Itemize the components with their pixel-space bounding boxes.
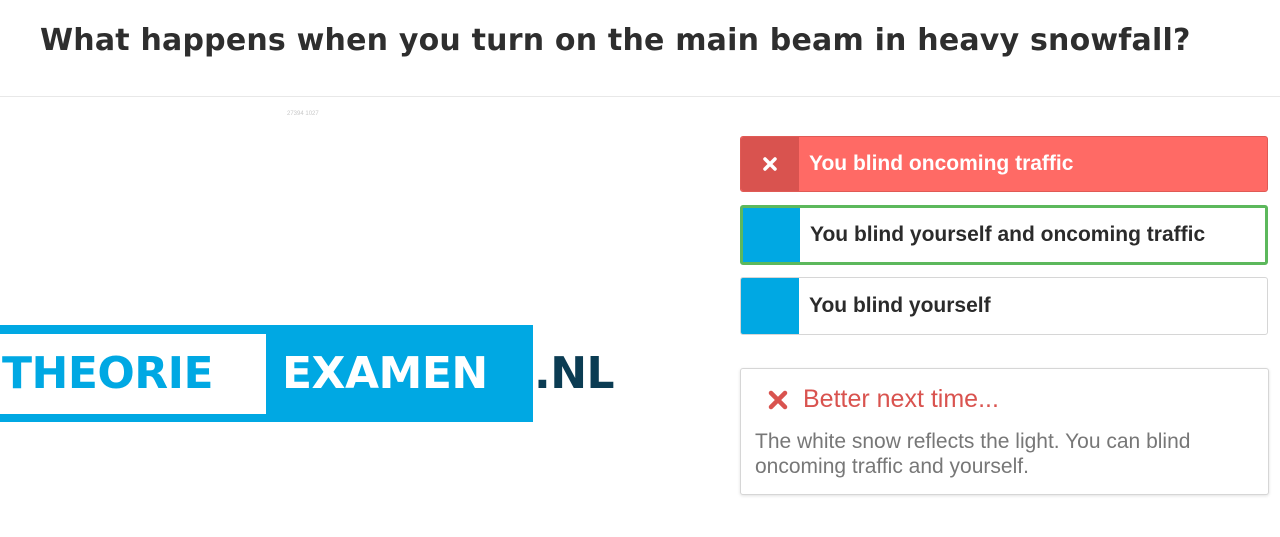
feedback-explanation: The white snow reflects the light. You c… — [755, 430, 1191, 478]
question-header: What happens when you turn on the main b… — [0, 0, 1280, 97]
feedback-title-row: Better next time... — [767, 385, 999, 414]
close-icon — [768, 390, 788, 409]
answer-label-3: You blind yourself — [809, 294, 991, 317]
answer-marker-1 — [741, 137, 799, 191]
feedback-title: Better next time... — [803, 385, 999, 413]
answer-option-1[interactable]: You blind oncoming traffic — [740, 136, 1268, 192]
answer-marker-3 — [741, 278, 799, 334]
logo-text-examen: EXAMEN — [282, 348, 488, 399]
feedback-panel: Better next time... The white snow refle… — [740, 368, 1269, 495]
answer-label-2: You blind yourself and oncoming traffic — [810, 223, 1206, 246]
close-icon — [763, 157, 777, 171]
answer-option-3[interactable]: You blind yourself — [740, 277, 1268, 335]
answer-label-1: You blind oncoming traffic — [809, 152, 1074, 175]
answer-option-2[interactable]: You blind yourself and oncoming traffic — [740, 205, 1268, 265]
answer-marker-2 — [743, 208, 800, 262]
logo-text-nl: .NL — [534, 348, 615, 399]
theorie-examen-logo: THEORIE EXAMEN .NL — [0, 325, 640, 422]
question-text: What happens when you turn on the main b… — [40, 23, 1191, 58]
image-stamp: 27394 1027 — [287, 111, 319, 117]
logo-text-theorie: THEORIE — [2, 348, 214, 399]
